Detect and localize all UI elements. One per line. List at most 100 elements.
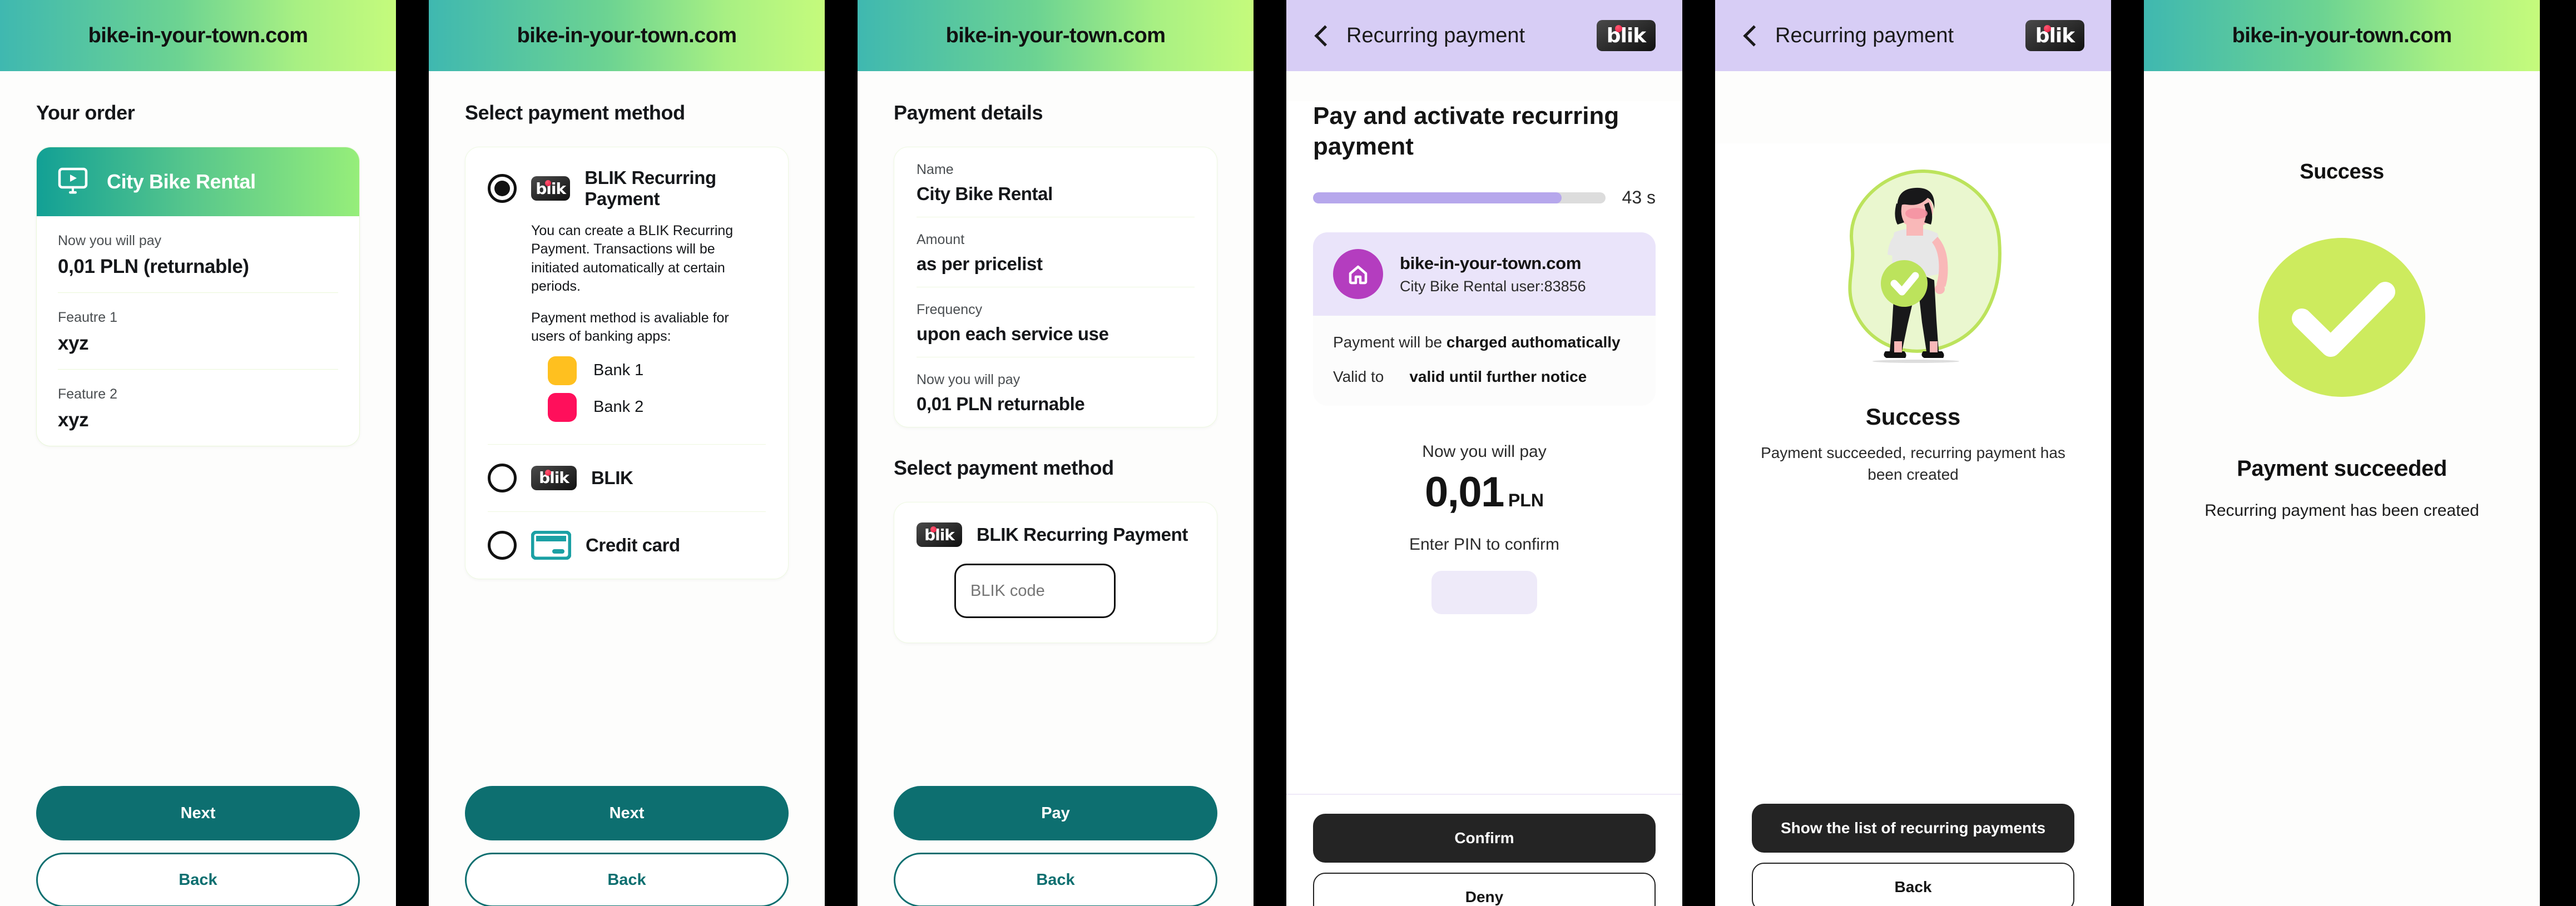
bank-name: Bank 1 <box>593 361 644 379</box>
panel-divider <box>1254 0 1286 906</box>
panel2-body: Select payment method blik BLIK Recurrin… <box>429 101 825 906</box>
blik-header-title: Recurring payment <box>1346 23 1525 47</box>
back-button[interactable]: Back <box>1752 863 2074 906</box>
panel3-body: Payment details Name City Bike Rental Am… <box>858 101 1254 906</box>
panel-blik-confirm: Recurring payment blik Pay and activate … <box>1286 0 1682 906</box>
blik-recurring-desc-2: Payment method is avaliable for users of… <box>531 310 729 345</box>
next-button[interactable]: Next <box>465 786 789 840</box>
panel-divider <box>396 0 429 906</box>
detail-value: City Bike Rental <box>917 183 1053 204</box>
panel-your-order: bike-in-your-town.com Your order City Bi… <box>0 0 396 906</box>
panel-payment-details: bike-in-your-town.com Payment details Na… <box>858 0 1254 906</box>
charge-info-line: Payment will be charged authomatically <box>1333 333 1636 351</box>
success-message: Payment succeeded, recurring payment has… <box>1761 444 2065 483</box>
deny-button[interactable]: Deny <box>1313 873 1656 906</box>
payment-details-card: Name City Bike Rental Amount as per pric… <box>894 147 1217 427</box>
pay-button[interactable]: Pay <box>894 786 1217 840</box>
order-row: Feautre 1 xyz <box>58 292 338 369</box>
order-row-label: Feautre 1 <box>58 310 118 325</box>
payment-amount-block: Now you will pay 0,01 PLN Enter PIN to co… <box>1313 442 1656 615</box>
order-row-value: xyz <box>58 409 89 431</box>
selected-method-card: blik BLIK Recurring Payment <box>894 502 1217 643</box>
detail-row: Now you will pay 0,01 PLN returnable <box>917 357 1195 427</box>
selected-method-label: BLIK Recurring Payment <box>977 524 1188 545</box>
merchant-info-header: bike-in-your-town.com City Bike Rental u… <box>1313 232 1656 316</box>
payment-method-list: blik BLIK Recurring Payment You can crea… <box>465 147 789 579</box>
radio-blik[interactable] <box>488 463 517 492</box>
detail-label: Name <box>917 162 954 177</box>
success-title: Success <box>2300 160 2384 183</box>
valid-to-value: valid until further notice <box>1409 368 1587 386</box>
confirm-button[interactable]: Confirm <box>1313 814 1656 863</box>
payment-option-blik-recurring[interactable]: blik BLIK Recurring Payment <box>488 147 766 216</box>
merchant-header: bike-in-your-town.com <box>858 0 1254 71</box>
order-row-value: 0,01 PLN (returnable) <box>58 256 249 277</box>
timer-seconds-label: 43 s <box>1622 187 1656 208</box>
timer-progress-track <box>1313 192 1606 203</box>
success-check-icon <box>2180 234 2504 401</box>
pay-amount-label: Now you will pay <box>1422 442 1547 461</box>
select-payment-method-heading: Select payment method <box>894 456 1114 479</box>
payment-option-label: BLIK Recurring Payment <box>584 167 716 209</box>
payment-option-blik[interactable]: blik BLIK <box>488 445 766 511</box>
blik-recurring-description: You can create a BLIK Recurring Payment.… <box>488 216 766 346</box>
detail-row: Amount as per pricelist <box>917 217 1195 287</box>
blik-header-title: Recurring payment <box>1775 23 1954 47</box>
panel-merchant-success: bike-in-your-town.com Success Payment su… <box>2144 0 2540 906</box>
back-button[interactable]: Back <box>36 853 360 906</box>
merchant-domain-title: bike-in-your-town.com <box>945 23 1166 47</box>
radio-blik-recurring[interactable] <box>488 174 517 203</box>
merchant-header: bike-in-your-town.com <box>0 0 396 71</box>
charge-prefix: Payment will be <box>1333 333 1446 351</box>
merchant-info-body: Payment will be charged authomatically V… <box>1313 316 1656 406</box>
chevron-left-icon[interactable] <box>1742 23 1761 48</box>
blik-logo-icon: blik <box>531 176 571 201</box>
panel1-actions: Next Back <box>36 786 360 906</box>
success-message: Recurring payment has been created <box>2205 501 2479 520</box>
payment-option-label: BLIK <box>591 467 633 488</box>
selected-method-row: blik BLIK Recurring Payment <box>917 522 1195 547</box>
panel5-actions: Show the list of recurring payments Back <box>1752 804 2074 906</box>
radio-credit-card[interactable] <box>488 530 517 560</box>
pin-prompt-label: Enter PIN to confirm <box>1409 535 1560 554</box>
back-button[interactable]: Back <box>465 853 789 906</box>
payment-option-label: Credit card <box>586 534 680 555</box>
panel3-actions: Pay Back <box>894 786 1217 906</box>
order-row-label: Now you will pay <box>58 233 162 248</box>
panel-divider <box>2111 0 2144 906</box>
blik-logo-icon: blik <box>531 465 577 490</box>
order-card-header: City Bike Rental <box>37 147 359 216</box>
merchant-info-card: bike-in-your-town.com City Bike Rental u… <box>1313 232 1656 406</box>
bank-name: Bank 2 <box>593 398 644 416</box>
bank-logo-icon <box>548 356 577 385</box>
order-row-value: xyz <box>58 332 89 354</box>
blik-logo-icon: blik <box>2025 20 2084 51</box>
house-icon <box>1333 249 1383 300</box>
merchant-header: bike-in-your-town.com <box>2144 0 2540 71</box>
blik-code-input[interactable] <box>954 564 1116 618</box>
monitor-play-icon <box>58 167 88 196</box>
your-order-heading: Your order <box>36 101 135 124</box>
pin-input[interactable] <box>1431 571 1537 615</box>
panel-divider <box>1682 0 1715 906</box>
merchant-header: bike-in-your-town.com <box>429 0 825 71</box>
pay-amount: 0,01 PLN <box>1313 468 1656 516</box>
detail-value: 0,01 PLN returnable <box>917 394 1085 414</box>
credit-card-icon <box>531 530 572 560</box>
order-row: Feature 2 xyz <box>58 369 338 446</box>
bank-logo-icon <box>548 392 577 422</box>
back-button[interactable]: Back <box>894 853 1217 906</box>
blik-app-header: Recurring payment blik <box>1715 0 2111 71</box>
payment-option-credit-card[interactable]: Credit card <box>488 512 766 579</box>
order-rows: Now you will pay 0,01 PLN (returnable) F… <box>37 216 359 446</box>
success-heading: Success <box>1865 404 1961 430</box>
merchant-domain-title: bike-in-your-town.com <box>88 23 308 47</box>
panel4-body: Pay and activate recurring payment 43 s … <box>1286 101 1682 906</box>
merchant-name: bike-in-your-town.com <box>1400 253 1582 273</box>
next-button[interactable]: Next <box>36 786 360 840</box>
select-payment-method-heading: Select payment method <box>465 101 685 124</box>
show-recurring-payments-button[interactable]: Show the list of recurring payments <box>1752 804 2074 853</box>
detail-label: Frequency <box>917 302 983 317</box>
woman-with-checkmark-illustration <box>1742 143 2084 377</box>
chevron-left-icon[interactable] <box>1313 23 1332 48</box>
